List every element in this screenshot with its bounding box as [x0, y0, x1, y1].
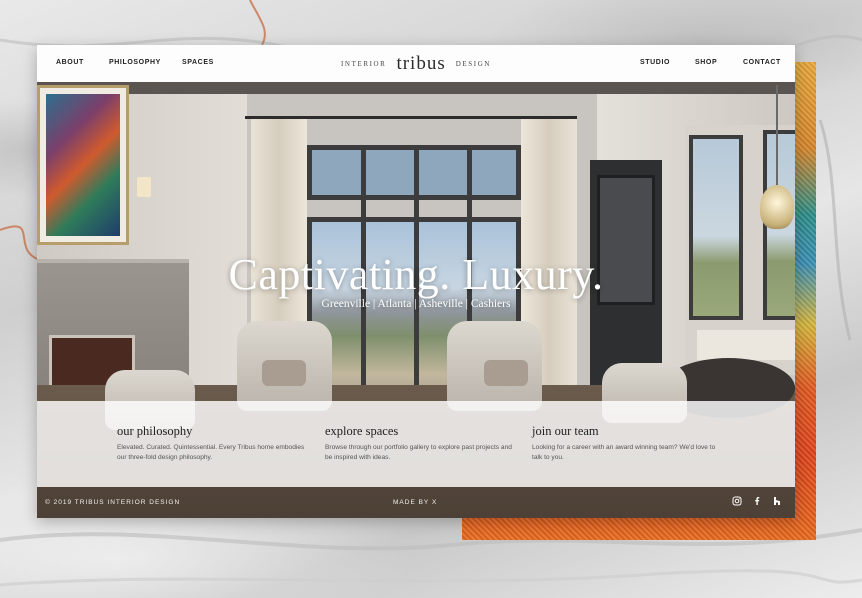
footer-bar: © 2019 TRIBUS INTERIOR DESIGN MADE BY X — [37, 487, 795, 518]
copyright-text: © 2019 TRIBUS INTERIOR DESIGN — [45, 499, 181, 506]
made-by-link[interactable]: MADE BY X — [393, 499, 437, 506]
philosophy-column[interactable]: our philosophy Elevated. Curated. Quinte… — [117, 424, 307, 463]
logo-suffix: DESIGN — [455, 60, 491, 68]
houzz-glyph — [774, 497, 780, 505]
explore-heading[interactable]: explore spaces — [325, 424, 515, 439]
houzz-icon[interactable] — [771, 496, 783, 508]
explore-column[interactable]: explore spaces Browse through our portfo… — [325, 424, 515, 463]
instagram-glyph — [732, 496, 742, 506]
team-heading[interactable]: join our team — [532, 424, 722, 439]
philosophy-text: Elevated. Curated. Quintessential. Every… — [117, 444, 305, 461]
logo-prefix: INTERIOR — [340, 60, 387, 68]
photo-lantern-chain — [776, 85, 778, 185]
website-frame: ABOUT PHILOSOPHY SPACES INTERIOR tribus … — [37, 45, 795, 518]
logo-wordmark: tribus — [396, 53, 446, 74]
top-navigation: ABOUT PHILOSOPHY SPACES INTERIOR tribus … — [37, 45, 795, 82]
team-text: Looking for a career with an award winni… — [532, 444, 716, 461]
hero-title: Captivating. Luxury. — [228, 250, 604, 299]
photo-painting — [37, 85, 129, 245]
facebook-icon[interactable] — [751, 496, 763, 508]
philosophy-heading[interactable]: our philosophy — [117, 424, 307, 439]
nav-link-contact[interactable]: CONTACT — [743, 59, 781, 66]
explore-text: Browse through our portfolio gallery to … — [325, 444, 512, 461]
team-column[interactable]: join our team Looking for a career with … — [532, 424, 722, 463]
photo-painting-art — [46, 94, 120, 236]
facebook-glyph — [755, 497, 760, 505]
photo-window-seat — [697, 330, 795, 360]
photo-pillow — [484, 360, 528, 386]
photo-pillow — [262, 360, 306, 386]
nav-link-shop[interactable]: SHOP — [695, 59, 717, 66]
photo-sconce — [137, 177, 151, 197]
photo-lantern — [760, 185, 794, 229]
photo-ceiling-beam — [37, 82, 795, 94]
tribus-logo[interactable]: INTERIOR tribus DESIGN — [37, 53, 795, 75]
hero-locations: Greenville | Atlanta | Asheville | Cashi… — [321, 298, 511, 310]
nav-link-studio[interactable]: STUDIO — [640, 59, 670, 66]
info-panel: our philosophy Elevated. Curated. Quinte… — [37, 401, 795, 487]
instagram-icon[interactable] — [731, 496, 743, 508]
